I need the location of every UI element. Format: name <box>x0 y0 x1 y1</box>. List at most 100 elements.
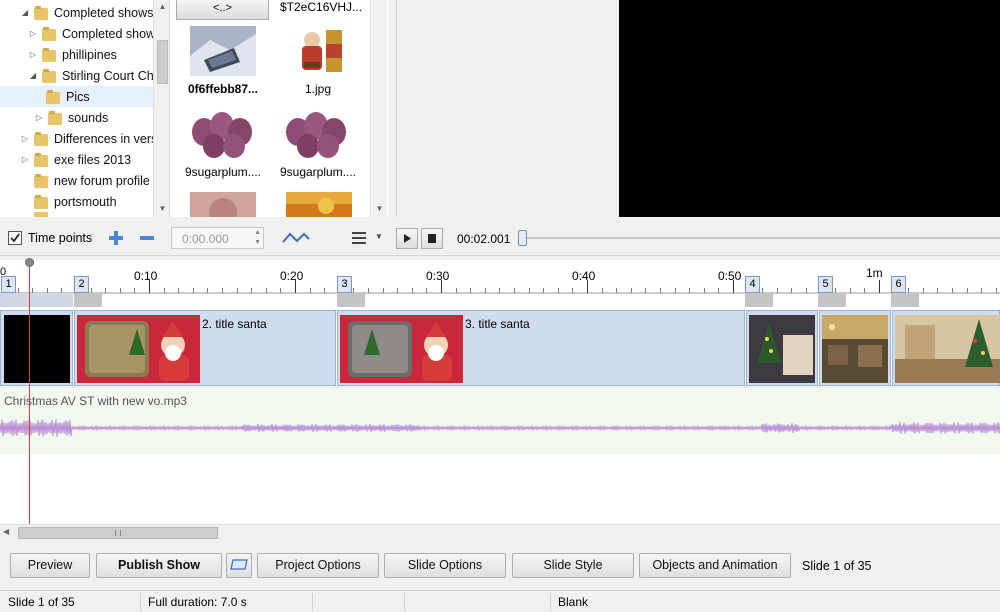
collapsed-arrow-icon[interactable]: ▷ <box>34 113 44 122</box>
menu-icon[interactable] <box>352 231 368 245</box>
expanded-arrow-icon[interactable]: ◢ <box>20 8 30 17</box>
playhead-handle[interactable] <box>25 258 34 267</box>
slide-item[interactable]: 2. title santa <box>74 310 336 386</box>
scroll-down-icon[interactable]: ▼ <box>154 204 169 213</box>
slide-item[interactable] <box>0 310 73 386</box>
file-browser[interactable]: <..> $T2eC16VHJ... 0f6ffebb87... 1.jpg 9… <box>170 0 388 217</box>
objects-animation-button[interactable]: Objects and Animation <box>639 553 791 578</box>
play-button[interactable] <box>396 228 418 249</box>
status-divider <box>404 593 405 611</box>
tree-item-stirling-court[interactable]: ◢ Stirling Court Chr <box>28 65 160 86</box>
screen-toggle-button[interactable] <box>226 553 252 578</box>
preview-button[interactable]: Preview <box>10 553 90 578</box>
scroll-thumb[interactable] <box>18 527 218 539</box>
thumbnail-sugarplum[interactable] <box>282 108 354 160</box>
file-name[interactable]: 9sugarplum.... <box>270 165 366 179</box>
spinner-arrows-icon[interactable]: ▲ ▼ <box>254 228 261 248</box>
scroll-down-icon[interactable]: ▼ <box>371 204 388 213</box>
menu-dropdown-arrow-icon[interactable]: ▼ <box>375 232 383 241</box>
collapsed-arrow-icon[interactable]: ▷ <box>28 29 38 38</box>
file-name[interactable]: 0f6ffebb87... <box>175 82 271 96</box>
tree-item-new-forum-profile[interactable]: new forum profile <box>34 170 160 191</box>
audio-file-name: Christmas AV ST with new vo.mp3 <box>4 394 187 408</box>
slide-transition-bar[interactable] <box>74 293 102 307</box>
slide-transition-bar[interactable] <box>0 293 73 307</box>
position-slider-thumb[interactable] <box>518 230 527 246</box>
checkmark-icon <box>10 233 20 243</box>
folder-icon <box>42 68 56 83</box>
thumbnail-santa[interactable] <box>294 26 346 76</box>
slide-transition-bar[interactable] <box>891 293 919 307</box>
folder-tree[interactable]: ◢ Completed shows ▷ Completed show ▷ philli… <box>0 0 170 217</box>
slide-item[interactable] <box>746 310 818 386</box>
tree-item-partial <box>34 212 160 217</box>
tree-item-label: Differences in vers <box>54 131 158 146</box>
scroll-left-icon[interactable]: ◀ <box>3 527 9 536</box>
project-options-button[interactable]: Project Options <box>257 553 379 578</box>
parent-folder-button[interactable]: <..> <box>176 0 269 20</box>
collapsed-arrow-icon[interactable]: ▷ <box>28 50 38 59</box>
thumbnail-snow[interactable] <box>190 26 256 76</box>
expanded-arrow-icon[interactable]: ◢ <box>28 71 38 80</box>
status-divider <box>140 593 141 611</box>
time-value-field[interactable]: 0:00.000 ▲ ▼ <box>171 227 264 249</box>
slide-marker[interactable]: 5 <box>818 276 833 293</box>
tree-scrollbar[interactable]: ▲ ▼ <box>153 0 169 217</box>
slide-marker[interactable]: 1 <box>1 276 16 293</box>
slide-item[interactable] <box>892 310 1000 386</box>
slide-transition-bar[interactable] <box>337 293 365 307</box>
thumbnail-autumn[interactable] <box>286 192 352 217</box>
tree-item-portsmouth[interactable]: portsmouth <box>34 191 160 212</box>
status-slide: Slide 1 of 35 <box>8 595 75 609</box>
collapsed-arrow-icon[interactable]: ▷ <box>20 134 30 143</box>
slide-style-button[interactable]: Slide Style <box>512 553 634 578</box>
playhead[interactable] <box>29 262 30 524</box>
timeline-ruler[interactable]: 0 0:10 0:20 0:30 0:40 0:50 1m 1 2 3 4 5 … <box>0 260 1000 310</box>
timeline-scrollbar[interactable]: ◀ <box>0 524 1000 541</box>
tree-item-phillipines[interactable]: ▷ phillipines <box>28 44 160 65</box>
file-name[interactable]: 1.jpg <box>270 82 366 96</box>
timeline-toolbar: Time points 0:00.000 ▲ ▼ ▼ 00:02.001 <box>0 222 1000 256</box>
slide-marker[interactable]: 3 <box>337 276 352 293</box>
tree-item-label: Completed shows <box>54 5 154 20</box>
thumbnail-face[interactable] <box>190 192 256 217</box>
tree-item-label: Stirling Court Chr <box>62 68 158 83</box>
slide-transition-bar[interactable] <box>818 293 846 307</box>
slide-item[interactable] <box>819 310 891 386</box>
tree-item-differences[interactable]: ▷ Differences in vers <box>20 128 160 149</box>
scroll-up-icon[interactable]: ▲ <box>154 2 169 11</box>
slide-marker[interactable]: 4 <box>745 276 760 293</box>
tree-item-sounds[interactable]: ▷ sounds <box>34 107 154 128</box>
collapsed-arrow-icon[interactable]: ▷ <box>20 155 30 164</box>
ruler-label: 0:50 <box>718 269 742 283</box>
tree-item-completed-show[interactable]: ▷ Completed show <box>28 23 160 44</box>
slide-options-button[interactable]: Slide Options <box>384 553 506 578</box>
timeline-empty-area[interactable] <box>0 454 1000 524</box>
tree-item-pics[interactable]: Pics <box>0 86 153 107</box>
tree-item-label: new forum profile <box>54 173 150 188</box>
scroll-thumb[interactable] <box>157 40 168 84</box>
files-scrollbar[interactable]: ▼ <box>370 0 387 217</box>
position-slider-track[interactable] <box>522 237 1000 239</box>
ruler-label: 0:40 <box>572 269 596 283</box>
tree-item-exe-files[interactable]: ▷ exe files 2013 <box>20 149 160 170</box>
slide-marker[interactable]: 6 <box>891 276 906 293</box>
tree-item-label: sounds <box>68 110 109 125</box>
folder-icon <box>46 89 60 104</box>
slide-track[interactable]: 2. title santa 3. title santa <box>0 310 1000 386</box>
publish-show-button[interactable]: Publish Show <box>96 553 222 578</box>
slide-item[interactable]: 3. title santa <box>337 310 745 386</box>
remove-icon[interactable] <box>139 230 155 246</box>
file-name[interactable]: 9sugarplum.... <box>175 165 271 179</box>
tree-item-label: Completed show <box>62 26 156 41</box>
add-icon[interactable] <box>108 230 124 246</box>
curve-icon[interactable] <box>282 230 310 246</box>
audio-track[interactable]: Christmas AV ST with new vo.mp3 <box>0 388 1000 454</box>
time-points-label[interactable]: Time points <box>28 231 92 245</box>
stop-button[interactable] <box>421 228 443 249</box>
tree-item-completed-shows[interactable]: ◢ Completed shows <box>20 2 160 23</box>
slide-transition-bar[interactable] <box>745 293 773 307</box>
time-points-checkbox[interactable] <box>8 231 22 245</box>
thumbnail-sugarplum[interactable] <box>188 108 260 160</box>
slide-marker[interactable]: 2 <box>74 276 89 293</box>
